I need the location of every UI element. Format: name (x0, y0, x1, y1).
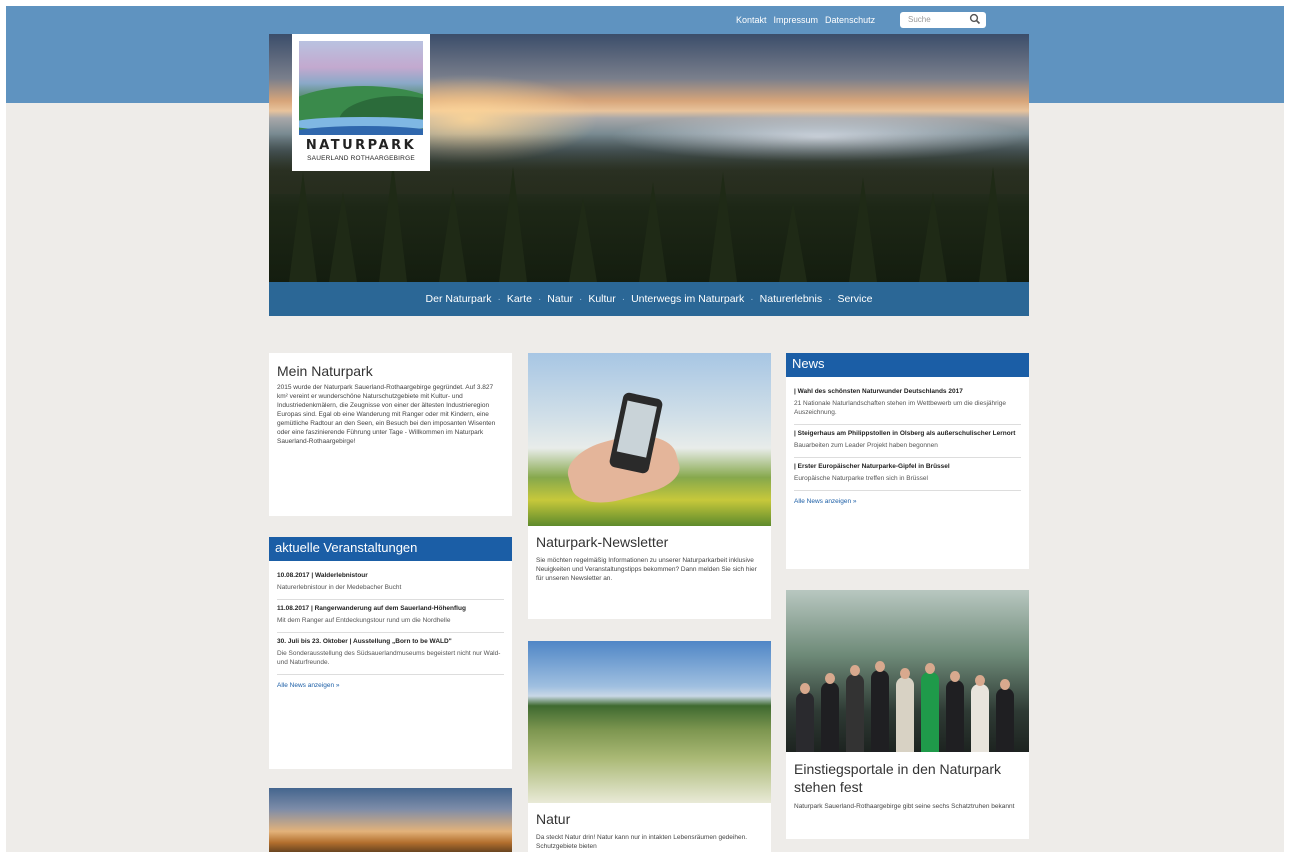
nav-item-kultur[interactable]: Kultur (582, 293, 621, 305)
search-input[interactable]: Suche (900, 12, 986, 28)
news-more-link[interactable]: Alle News anzeigen » (794, 498, 1021, 505)
event-title: 30. Juli bis 23. Oktober | Ausstellung „… (277, 638, 452, 645)
mein-naturpark-text: 2015 wurde der Naturpark Sauerland-Rotha… (277, 384, 496, 445)
mein-naturpark-box: Mein Naturpark 2015 wurde der Naturpark … (269, 353, 512, 516)
main-nav: Der Naturpark · Karte · Natur · Kultur ·… (269, 282, 1029, 316)
natur-title[interactable]: Natur (536, 811, 763, 827)
newsletter-title[interactable]: Naturpark-Newsletter (536, 534, 763, 550)
logo-subtitle: SAUERLAND ROTHAARGEBIRGE (307, 155, 415, 162)
newsletter-text: Sie möchten regelmäßig Informationen zu … (536, 557, 757, 582)
nav-item-natur[interactable]: Natur (541, 293, 579, 305)
news-item-title: | Erster Europäischer Naturparke-Gipfel … (794, 463, 950, 470)
event-title: 10.08.2017 | Walderlebnistour (277, 572, 368, 579)
event-desc: Mit dem Ranger auf Entdeckungstour rund … (277, 617, 451, 624)
page-background: Kontakt Impressum Datenschutz Suche NATU… (6, 6, 1284, 852)
event-desc: Die Sonderausstellung des Südsauerlandmu… (277, 650, 501, 666)
group-photo-image (786, 590, 1029, 752)
nav-item-der-naturpark[interactable]: Der Naturpark (420, 293, 498, 305)
nav-item-service[interactable]: Service (831, 293, 878, 305)
event-item[interactable]: 30. Juli bis 23. Oktober | Ausstellung „… (277, 633, 504, 675)
event-item[interactable]: 10.08.2017 | Walderlebnistour Naturerleb… (277, 567, 504, 600)
nav-item-naturerlebnis[interactable]: Naturerlebnis (754, 293, 828, 305)
news-item[interactable]: | Steigerhaus am Philippstollen in Olsbe… (794, 425, 1021, 458)
news-item[interactable]: | Wahl des schönsten Naturwunder Deutsch… (794, 383, 1021, 425)
utility-link-kontakt[interactable]: Kontakt (736, 15, 767, 25)
search-placeholder: Suche (908, 15, 931, 24)
portale-teaser[interactable]: Einstiegsportale in den Naturpark stehen… (786, 590, 1029, 839)
event-title: 11.08.2017 | Rangerwanderung auf dem Sau… (277, 605, 466, 612)
natur-text: Da steckt Natur drin! Natur kann nur in … (536, 834, 748, 850)
event-item[interactable]: 11.08.2017 | Rangerwanderung auf dem Sau… (277, 600, 504, 633)
events-box: aktuelle Veranstaltungen 10.08.2017 | Wa… (269, 537, 512, 769)
news-item-desc: 21 Nationale Naturlandschaften stehen im… (794, 400, 1006, 416)
logo-name: NATURPARK (305, 138, 417, 153)
news-item-desc: Bauarbeiten zum Leader Projekt haben beg… (794, 442, 938, 449)
portale-title[interactable]: Einstiegsportale in den Naturpark stehen… (794, 760, 1021, 796)
natur-image (528, 641, 771, 803)
event-desc: Naturerlebnistour in der Medebacher Buch… (277, 584, 402, 591)
utility-link-datenschutz[interactable]: Datenschutz (825, 15, 875, 25)
news-item-title: | Steigerhaus am Philippstollen in Olsbe… (794, 430, 1016, 437)
newsletter-image (528, 353, 771, 526)
natur-teaser[interactable]: Natur Da steckt Natur drin! Natur kann n… (528, 641, 771, 852)
utility-link-impressum[interactable]: Impressum (774, 15, 819, 25)
nav-item-unterwegs[interactable]: Unterwegs im Naturpark (625, 293, 750, 305)
news-item-title: | Wahl des schönsten Naturwunder Deutsch… (794, 388, 963, 395)
events-title: aktuelle Veranstaltungen (269, 537, 512, 561)
utility-nav: Kontakt Impressum Datenschutz (736, 15, 875, 25)
search-icon[interactable] (969, 13, 981, 25)
portale-text: Naturpark Sauerland-Rothaargebirge gibt … (794, 803, 1015, 810)
news-item-desc: Europäische Naturparke treffen sich in B… (794, 475, 928, 482)
newsletter-teaser[interactable]: Naturpark-Newsletter Sie möchten regelmä… (528, 353, 771, 619)
nav-item-karte[interactable]: Karte (501, 293, 538, 305)
sunset-teaser-image[interactable] (269, 788, 512, 852)
news-item[interactable]: | Erster Europäischer Naturparke-Gipfel … (794, 458, 1021, 491)
news-box: News | Wahl des schönsten Naturwunder De… (786, 353, 1029, 569)
events-more-link[interactable]: Alle News anzeigen » (277, 682, 504, 689)
news-title: News (786, 353, 1029, 377)
logo-landscape-icon (299, 41, 423, 135)
mein-naturpark-title: Mein Naturpark (277, 363, 373, 379)
naturpark-logo[interactable]: NATURPARK SAUERLAND ROTHAARGEBIRGE (292, 34, 430, 171)
